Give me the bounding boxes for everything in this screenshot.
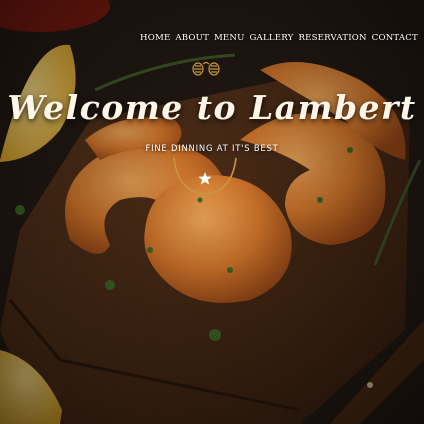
nav-menu-link[interactable]: MENU <box>214 33 245 43</box>
nav-home-link[interactable]: HOME <box>140 33 170 43</box>
nav-gallery-link[interactable]: GALLERY <box>249 33 293 43</box>
nav-about-link[interactable]: ABOUT <box>175 33 209 43</box>
star-icon <box>198 172 212 185</box>
star-arc-ornament <box>173 157 237 195</box>
nav-contact-link[interactable]: CONTACT <box>372 33 418 43</box>
hop-cones-crest-icon <box>192 61 220 76</box>
hero-section: HOME ABOUT MENU GALLERY RESERVATION CONT… <box>0 0 424 424</box>
nav-reservation-link[interactable]: RESERVATION <box>298 33 366 43</box>
hero-title: Welcome to Lambert <box>7 88 417 127</box>
main-nav: HOME ABOUT MENU GALLERY RESERVATION CONT… <box>140 33 418 43</box>
